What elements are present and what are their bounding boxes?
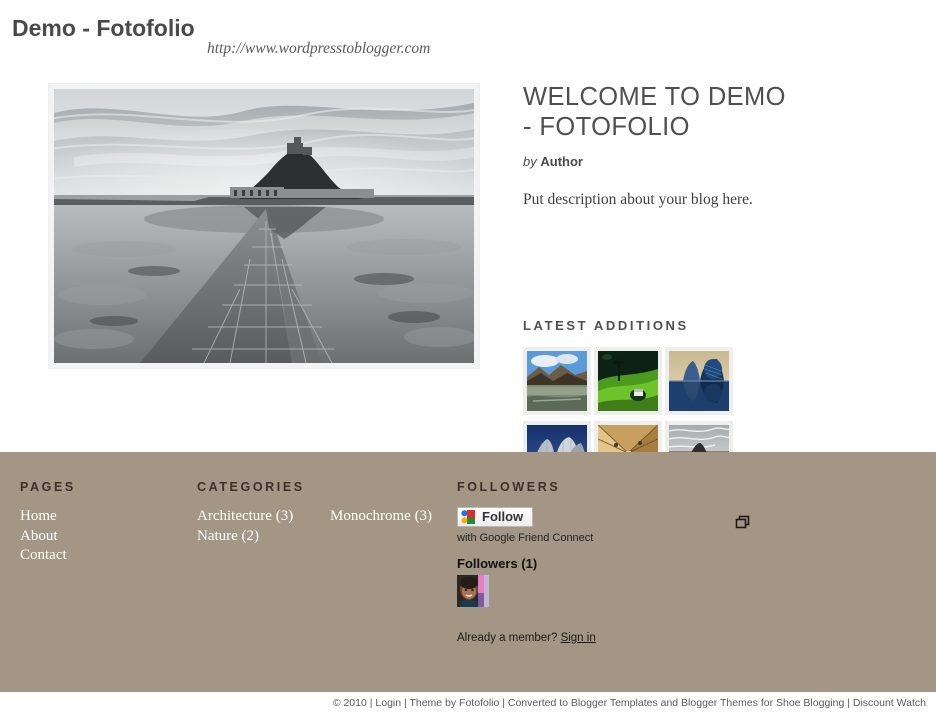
thumbnail-image [527,351,587,411]
categories-column-b: Monochrome (3) [330,507,450,546]
followers-count-label: Followers (1) [457,556,538,571]
member-signin-line: Already a member? Sign in [457,632,596,644]
thumbnail-image [669,351,729,411]
hero-image[interactable] [54,89,474,363]
site-footer: PAGES Home About Contact CATEGORIES Arch… [0,452,936,692]
category-link-nature[interactable]: Nature (2) [197,527,330,547]
footer-column-followers: FOLLOWERS Follow with Google Friend Conn… [457,480,787,607]
popout-window-icon[interactable] [735,515,751,531]
follow-button-label: Follow [482,509,524,524]
categories-heading: CATEGORIES [197,480,305,494]
footer-column-pages: PAGES Home About Contact [20,480,180,566]
byline-prefix: by [523,154,537,169]
main-content: WELCOME TO DEMO - FOTOFOLIO by Author Pu… [0,72,936,563]
thumbnail-blue-reflection-building[interactable] [665,347,733,415]
page-link-about[interactable]: About [20,527,180,547]
thumbnail-lake-rocks-blue-sky[interactable] [523,347,591,415]
welcome-column: WELCOME TO DEMO - FOTOFOLIO by Author Pu… [523,82,923,209]
blog-url-tagline: http://www.wordpresstoblogger.com [207,40,431,57]
followers-avatar-row [457,575,757,607]
category-link-monochrome[interactable]: Monochrome (3) [330,507,450,527]
member-prompt-text: Already a member? [457,632,558,644]
copyright-text: © 2010 | Login | Theme by Fotofolio | Co… [332,697,926,709]
thumbnail-image [598,351,658,411]
page-title: Demo - Fotofolio [12,15,195,41]
avatar[interactable] [457,575,489,607]
byline: by Author [523,154,923,169]
page-link-contact[interactable]: Contact [20,546,180,566]
copyright-bar: © 2010 | Login | Theme by Fotofolio | Co… [0,692,936,724]
hero-image-frame[interactable] [48,83,480,369]
google-friend-connect-icon [461,510,475,524]
latest-additions-heading: LATEST ADDITIONS [523,318,689,333]
followers-heading: FOLLOWERS [457,480,561,494]
sign-in-link[interactable]: Sign in [561,632,596,644]
gfc-subtitle: with Google Friend Connect [457,532,594,544]
blog-description: Put description about your blog here. [523,191,753,208]
page-link-home[interactable]: Home [20,507,180,527]
category-link-architecture[interactable]: Architecture (3) [197,507,330,527]
google-friend-connect-widget: Follow with Google Friend Connect Follow… [457,507,757,607]
site-header: Demo - Fotofolio http://www.wordpresstob… [0,0,936,72]
footer-column-categories: CATEGORIES Architecture (3) Nature (2) M… [197,480,457,546]
welcome-heading: WELCOME TO DEMO - FOTOFOLIO [523,83,786,141]
thumbnail-green-hillside-night[interactable] [594,347,662,415]
pages-heading: PAGES [20,480,76,494]
categories-column-a: Architecture (3) Nature (2) [197,507,330,546]
categories-columns: Architecture (3) Nature (2) Monochrome (… [197,507,457,546]
author-name: Author [540,154,583,169]
follow-button[interactable]: Follow [457,507,534,527]
